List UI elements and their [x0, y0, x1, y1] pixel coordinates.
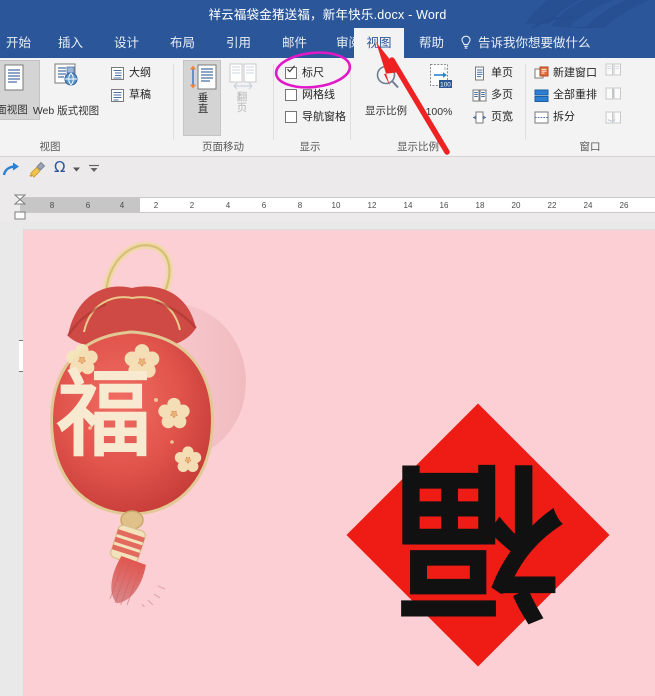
ruler-tick: 2 [189, 201, 195, 210]
chevron-down-icon[interactable] [72, 166, 81, 173]
web-layout-icon [54, 63, 78, 86]
page-width-icon [473, 111, 486, 124]
ruler-tick: 18 [475, 201, 485, 210]
more-dropdown-icon[interactable] [88, 164, 100, 174]
indent-marker-icon[interactable] [14, 194, 26, 205]
title-bar: 祥云福袋金猪送福，新年快乐.docx - Word [0, 0, 655, 28]
multiple-pages-label: 多页 [491, 89, 513, 101]
ruler-tick: 4 [119, 201, 125, 210]
split-label: 拆分 [553, 111, 575, 123]
page-width-label: 页宽 [491, 111, 513, 123]
format-painter-icon[interactable] [27, 160, 47, 179]
view-side-by-side-icon[interactable] [605, 62, 622, 78]
ruler-tick: 8 [297, 201, 303, 210]
ruler-tick: 16 [439, 201, 449, 210]
tab-help[interactable]: 帮助 [413, 28, 450, 58]
quick-access-toolbar: Ω [0, 157, 655, 183]
group-divider [350, 64, 351, 140]
reset-window-position-icon[interactable] [605, 110, 622, 126]
group-divider [173, 64, 174, 140]
tab-references[interactable]: 引用 [220, 28, 257, 58]
arrange-all-label: 全部重排 [553, 89, 597, 101]
group-label-show: 显示 [299, 141, 321, 153]
one-page-icon [475, 66, 484, 81]
side-to-side-icon [229, 63, 257, 90]
checkbox-box [285, 111, 297, 123]
ruler-tick: 6 [261, 201, 267, 210]
document-page[interactable]: 福 福 [24, 230, 655, 696]
zoom-button[interactable]: 显示比例 [358, 60, 414, 120]
tell-me-box[interactable]: 告诉我你想要做什么 [478, 28, 591, 58]
ruler-tick: 2 [153, 201, 159, 210]
ruler-tick: 6 [85, 201, 91, 210]
outline-icon [111, 67, 124, 80]
navigation-pane-label: 导航窗格 [302, 111, 346, 123]
svg-text:100: 100 [440, 81, 451, 88]
checkmark-icon [287, 65, 296, 73]
inverted-fu-diamond-image[interactable]: 福 [344, 401, 612, 669]
vertical-page-movement-button[interactable]: 垂直 [183, 60, 221, 136]
word-application-window: 祥云福袋金猪送福，新年快乐.docx - Word 开始 插入 设计 布局 引用… [0, 0, 655, 696]
left-indent-marker-icon[interactable] [14, 211, 26, 220]
zoom-label: 显示比例 [365, 105, 407, 117]
tab-view[interactable]: 视图 [354, 28, 404, 58]
redo-arrow-icon[interactable] [2, 161, 22, 179]
arrange-all-icon [534, 89, 549, 102]
outline-label: 大纲 [129, 67, 151, 79]
split-icon [534, 111, 549, 124]
one-page-label: 单页 [491, 67, 513, 79]
ruler-tick: 20 [511, 201, 521, 210]
ribbon: 面视图 Web 版式视图 大纲 草稿 视图 垂直 翻页 页面移动 标尺 网格线 … [0, 58, 655, 157]
group-label-page-movement: 页面移动 [202, 141, 244, 153]
vertical-scroll-icon [190, 64, 217, 90]
ruler-tick: 14 [403, 201, 413, 210]
synchronous-scroll-icon[interactable] [605, 86, 622, 102]
inverted-fu-character: 福 [394, 441, 563, 637]
tab-insert[interactable]: 插入 [52, 28, 89, 58]
checkbox-box [285, 89, 297, 101]
ruler-tick: 12 [367, 201, 377, 210]
tab-layout[interactable]: 布局 [164, 28, 201, 58]
group-label-zoom: 显示比例 [397, 141, 439, 153]
ruler-tick: 22 [547, 201, 557, 210]
red-lucky-bag-image[interactable]: 福 [46, 232, 271, 607]
omega-symbol-icon[interactable]: Ω [54, 158, 65, 176]
gridlines-label: 网格线 [302, 89, 335, 101]
draft-label: 草稿 [129, 89, 151, 101]
side-to-side-page-movement-button[interactable]: 翻页 [222, 60, 262, 136]
zoom-100-icon: 100 [430, 64, 452, 88]
group-label-views: 视图 [39, 141, 61, 153]
ruler-tick: 4 [225, 201, 231, 210]
ribbon-tab-strip: 开始 插入 设计 布局 引用 邮件 审阅 视图 帮助 告诉我你想要做什么 [0, 28, 655, 58]
ruler-tick: 10 [331, 201, 341, 210]
new-window-label: 新建窗口 [553, 67, 597, 79]
tab-mailings[interactable]: 邮件 [276, 28, 313, 58]
tab-design[interactable]: 设计 [108, 28, 145, 58]
group-label-window: 窗口 [579, 141, 601, 153]
lightbulb-icon [461, 35, 471, 49]
group-divider [273, 64, 274, 140]
ruler-tick: 24 [583, 201, 593, 210]
horizontal-ruler[interactable]: 8 6 4 2 2 4 6 8 10 12 14 16 18 20 22 24 … [20, 197, 655, 213]
document-canvas: 福 福 [0, 221, 655, 696]
web-layout-label: Web 版式视图 [32, 105, 100, 117]
tab-home[interactable]: 开始 [0, 28, 37, 58]
side-to-side-label: 翻页 [236, 91, 248, 114]
fu-character-on-bag: 福 [56, 361, 151, 470]
zoom-100-label: 100% [425, 106, 453, 118]
web-layout-view-button[interactable]: Web 版式视图 [24, 60, 108, 120]
vertical-label: 垂直 [197, 92, 209, 115]
new-window-icon [534, 66, 549, 79]
zoom-magnifier-icon [376, 65, 399, 89]
horizontal-ruler-area: 8 6 4 2 2 4 6 8 10 12 14 16 18 20 22 24 … [0, 183, 655, 221]
draft-icon [111, 89, 124, 102]
ruler-tick: 8 [49, 201, 55, 210]
window-title: 祥云福袋金猪送福，新年快乐.docx - Word [208, 8, 447, 22]
multi-page-icon [472, 89, 487, 102]
group-divider [525, 64, 526, 140]
zoom-100-button[interactable]: 100 100% [412, 60, 466, 120]
ruler-tick: 26 [619, 201, 629, 210]
text-cursor-marker [19, 340, 23, 372]
ruler-label: 标尺 [302, 67, 324, 79]
